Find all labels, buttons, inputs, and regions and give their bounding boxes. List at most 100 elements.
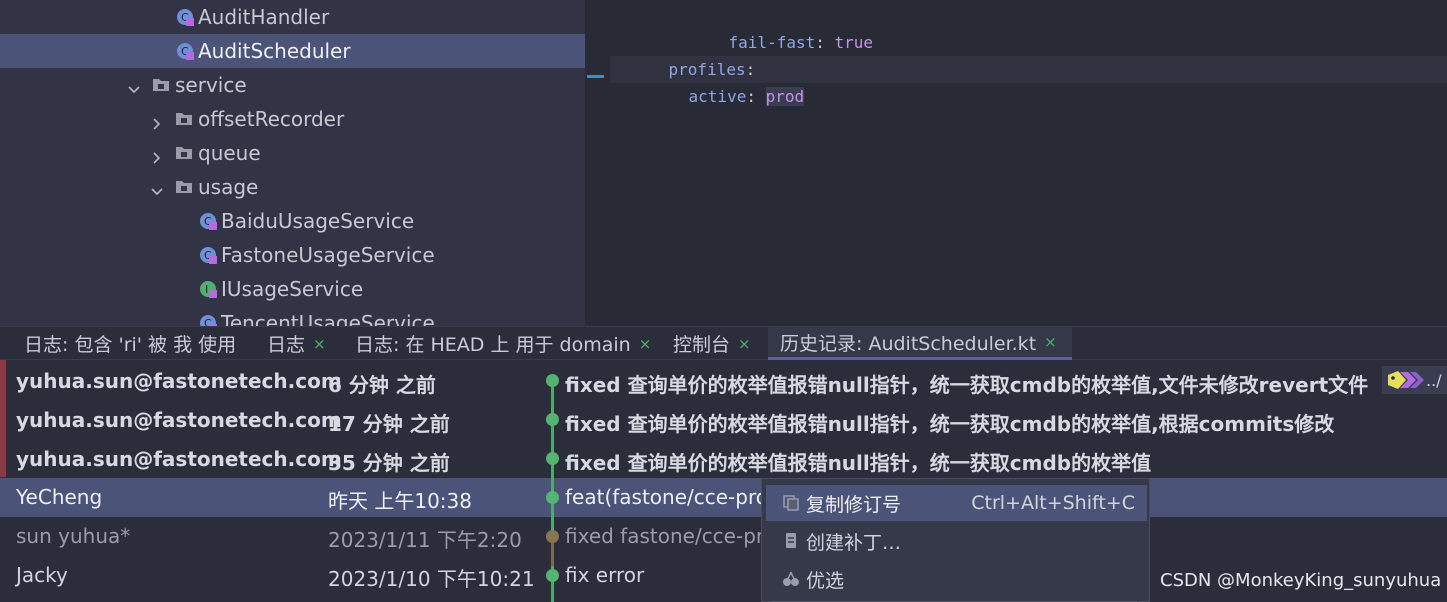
commit-author: yuhua.sun@fastonetech.com xyxy=(16,369,342,393)
tool-window-tabs: 日志: 包含 'ri' 被 我 使用 日志 × 日志: 在 HEAD 上 用于 … xyxy=(0,326,1447,360)
tab-label: 日志: 在 HEAD 上 用于 domain xyxy=(355,334,631,356)
tree-item-label: AuditHandler xyxy=(198,5,330,29)
tree-item-tencentusageservice[interactable]: C TencentUsageService xyxy=(0,306,585,326)
commit-author: sun yuhua* xyxy=(16,524,131,548)
tree-item-usage[interactable]: usage xyxy=(0,170,585,204)
tree-item-label: queue xyxy=(198,141,261,165)
tab-label: 控制台 xyxy=(673,334,731,356)
tab-label: 历史记录: AuditScheduler.kt xyxy=(780,332,1037,355)
copy-icon xyxy=(783,495,799,511)
patch-icon xyxy=(786,533,796,548)
menu-item-copy-revision[interactable]: 复制修订号 Ctrl+Alt+Shift+C xyxy=(766,485,1147,521)
menu-item-create-patch[interactable]: 创建补丁… xyxy=(766,523,1147,559)
folder-icon xyxy=(176,113,192,125)
close-icon[interactable]: × xyxy=(313,335,326,353)
tree-item-offsetrecorder[interactable]: offsetRecorder xyxy=(0,102,585,136)
tag-label: ../ xyxy=(1426,370,1442,390)
tree-item-label: FastoneUsageService xyxy=(221,243,435,267)
folder-icon xyxy=(176,181,192,193)
commit-node xyxy=(546,452,559,465)
chevron-down-icon[interactable] xyxy=(127,78,141,94)
kotlin-interface-icon: I xyxy=(200,281,217,298)
folder-icon xyxy=(153,79,169,91)
chevron-right-icon[interactable] xyxy=(150,146,164,164)
close-icon[interactable]: × xyxy=(639,335,652,353)
code-line-active: active: prod xyxy=(650,56,805,106)
commit-message: fixed 查询单价的枚举值报错null指针，统一获取cmdb的枚举值 xyxy=(565,451,1152,475)
tree-item-label: offsetRecorder xyxy=(198,107,345,131)
tab-label: 日志 xyxy=(267,334,306,356)
table-row-selected[interactable]: YeCheng 昨天 上午10:38 feat(fastone/cce-proj xyxy=(0,478,1447,517)
code-editor[interactable]: fail-fast: true profiles: active: prod xyxy=(585,0,1447,326)
kotlin-class-icon: C xyxy=(200,213,217,230)
kotlin-class-icon: C xyxy=(177,43,194,60)
commit-message: fixed 查询单价的枚举值报错null指针，统一获取cmdb的枚举值,根据co… xyxy=(565,412,1335,436)
tag-icon xyxy=(1388,371,1424,389)
yaml-value: true xyxy=(834,33,874,52)
tab-log-head-domain[interactable]: 日志: 在 HEAD 上 用于 domain × xyxy=(345,327,661,360)
commit-history-table: yuhua.sun@fastonetech.com 6 分钟 之前 fixed … xyxy=(0,360,1447,602)
commit-node xyxy=(546,374,559,387)
commit-message: fixed fastone/cce-pro xyxy=(565,524,776,548)
table-row[interactable]: yuhua.sun@fastonetech.com 6 分钟 之前 fixed … xyxy=(0,362,1447,401)
tree-item-auditscheduler[interactable]: C AuditScheduler xyxy=(0,34,585,68)
yaml-key: active xyxy=(688,87,747,106)
tree-item-queue[interactable]: queue xyxy=(0,136,585,170)
watermark: CSDN @MonkeyKing_sunyuhua xyxy=(1160,570,1442,591)
tab-log[interactable]: 日志 × xyxy=(257,327,336,360)
table-row[interactable]: sun yuhua* 2023/1/11 下午2:20 fixed faston… xyxy=(0,517,1447,556)
close-icon[interactable]: × xyxy=(1044,333,1057,351)
menu-item-cherry-pick[interactable]: 优选 xyxy=(766,561,1147,597)
tree-item-label: BaiduUsageService xyxy=(221,209,415,233)
tree-item-label: IUsageService xyxy=(221,277,364,301)
tab-log-filter-ri[interactable]: 日志: 包含 'ri' 被 我 使用 xyxy=(14,327,246,360)
commit-date: 6 分钟 之前 xyxy=(328,373,436,397)
commit-node xyxy=(546,413,559,426)
commit-date: 2023/1/11 下午2:20 xyxy=(328,528,522,552)
kotlin-class-icon: C xyxy=(177,9,194,26)
menu-item-label: 创建补丁… xyxy=(806,531,902,554)
tree-item-baiduusageservice[interactable]: C BaiduUsageService xyxy=(0,204,585,238)
menu-item-shortcut: Ctrl+Alt+Shift+C xyxy=(971,492,1135,514)
chevron-down-icon[interactable] xyxy=(150,180,164,196)
commit-date: 35 分钟 之前 xyxy=(328,451,450,475)
tab-console[interactable]: 控制台 × xyxy=(663,327,761,360)
commit-author: YeCheng xyxy=(16,485,103,509)
code-line-fail-fast: fail-fast: true xyxy=(690,2,874,52)
commit-node xyxy=(546,530,559,543)
menu-item-label: 复制修订号 xyxy=(806,493,902,516)
tree-item-label: service xyxy=(175,73,247,97)
commit-date: 17 分钟 之前 xyxy=(328,412,450,436)
chevron-right-icon[interactable] xyxy=(150,112,164,130)
tab-history-auditscheduler[interactable]: 历史记录: AuditScheduler.kt × xyxy=(768,327,1072,360)
context-menu: 复制修订号 Ctrl+Alt+Shift+C 创建补丁… 优选 xyxy=(761,478,1150,602)
tab-label: 日志: 包含 'ri' 被 我 使用 xyxy=(24,334,237,356)
commit-message: feat(fastone/cce-proj xyxy=(565,485,774,509)
tree-item-label: AuditScheduler xyxy=(198,39,351,63)
cherry-icon xyxy=(783,571,799,586)
table-row[interactable]: yuhua.sun@fastonetech.com 17 分钟 之前 fixed… xyxy=(0,401,1447,440)
close-icon[interactable]: × xyxy=(738,335,751,353)
kotlin-class-icon: C xyxy=(200,247,217,264)
commit-date: 昨天 上午10:38 xyxy=(328,489,472,513)
yaml-colon: : xyxy=(746,87,756,106)
commit-author: yuhua.sun@fastonetech.com xyxy=(16,408,342,432)
branch-tag-badge[interactable]: ../ xyxy=(1382,366,1447,394)
tree-item-audithandler[interactable]: C AuditHandler xyxy=(0,0,585,34)
table-row[interactable]: yuhua.sun@fastonetech.com 35 分钟 之前 fixed… xyxy=(0,440,1447,479)
project-tree: C AuditHandler C AuditScheduler service … xyxy=(0,0,585,326)
commit-message: fix error xyxy=(565,563,645,587)
svg-text:I: I xyxy=(205,283,208,296)
commit-author: yuhua.sun@fastonetech.com xyxy=(16,447,342,471)
tree-item-fastoneusageservice[interactable]: C FastoneUsageService xyxy=(0,238,585,272)
commit-author: Jacky xyxy=(16,563,68,587)
commit-node xyxy=(546,569,559,582)
commit-node xyxy=(546,491,559,504)
change-marker xyxy=(587,75,604,78)
yaml-colon: : xyxy=(815,33,825,52)
tree-item-label: TencentUsageService xyxy=(221,311,435,326)
menu-item-label: 优选 xyxy=(806,569,845,592)
tree-item-service[interactable]: service xyxy=(0,68,585,102)
tree-item-iusageservice[interactable]: I IUsageService xyxy=(0,272,585,306)
yaml-value: prod xyxy=(765,87,805,106)
